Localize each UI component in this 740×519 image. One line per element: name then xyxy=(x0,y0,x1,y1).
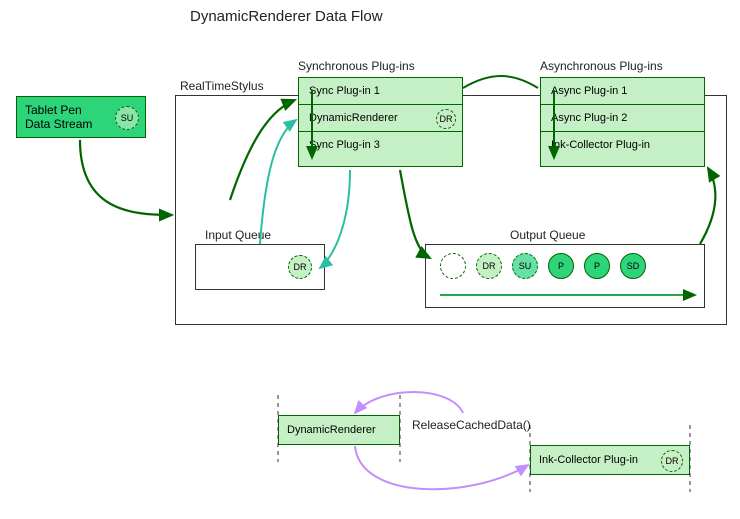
sync-plugin-3: Sync Plug-in 3 xyxy=(299,132,462,158)
sync-plugin-1: Sync Plug-in 1 xyxy=(299,78,462,105)
oq-badge-1: DR xyxy=(476,253,502,279)
tablet-pen-line2: Data Stream xyxy=(25,117,92,131)
sync-plugin-column: Sync Plug-in 1 DynamicRenderer DR Sync P… xyxy=(298,77,463,167)
async-header: Asynchronous Plug-ins xyxy=(540,59,663,73)
bottom-dynamic-renderer: DynamicRenderer xyxy=(278,415,400,445)
release-cached-data-label: ReleaseCachedData() xyxy=(412,418,531,432)
input-queue-badge: DR xyxy=(288,255,312,279)
bottom-ink-collector: Ink-Collector Plug-in DR xyxy=(530,445,690,475)
oq-badge-4: P xyxy=(584,253,610,279)
async-plugin-1: Async Plug-in 1 xyxy=(541,78,704,105)
oq-badge-3: P xyxy=(548,253,574,279)
sync-plugin-2-label: DynamicRenderer xyxy=(309,112,398,124)
tablet-pen-line1: Tablet Pen xyxy=(25,103,82,117)
diagram-title: DynamicRenderer Data Flow xyxy=(190,8,383,25)
sync-header: Synchronous Plug-ins xyxy=(298,59,415,73)
sync-plugin-2: DynamicRenderer DR xyxy=(299,105,462,132)
async-plugin-3: Ink-Collector Plug-in xyxy=(541,132,704,158)
oq-badge-2: SU xyxy=(512,253,538,279)
async-plugin-column: Async Plug-in 1 Async Plug-in 2 Ink-Coll… xyxy=(540,77,705,167)
dynamic-renderer-badge: DR xyxy=(436,109,456,129)
tablet-pen-badge: SU xyxy=(115,106,139,130)
rts-label: RealTimeStylus xyxy=(180,79,264,93)
oq-badge-5: SD xyxy=(620,253,646,279)
output-queue-header: Output Queue xyxy=(510,228,585,242)
bottom-ink-label: Ink-Collector Plug-in xyxy=(539,454,638,466)
input-queue-box: DR xyxy=(195,244,325,290)
async-plugin-2: Async Plug-in 2 xyxy=(541,105,704,132)
bottom-dyn-label: DynamicRenderer xyxy=(287,424,376,436)
input-queue-header: Input Queue xyxy=(205,228,271,242)
bottom-ink-badge: DR xyxy=(661,450,683,472)
tablet-pen-box: Tablet Pen Data Stream SU xyxy=(16,96,146,138)
output-queue-box: DR SU P P SD xyxy=(425,244,705,308)
oq-badge-0 xyxy=(440,253,466,279)
